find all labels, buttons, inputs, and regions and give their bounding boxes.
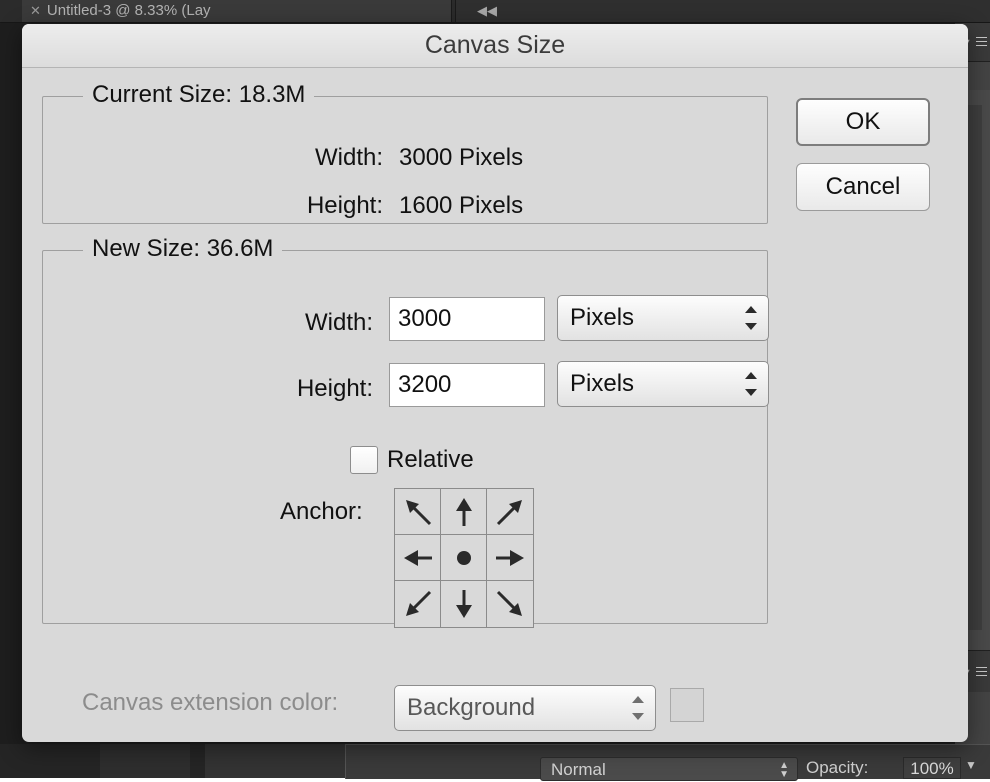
anchor-cell-top-right[interactable]: [487, 489, 533, 535]
anchor-grid: [394, 488, 534, 628]
anchor-center-dot-icon: [456, 550, 471, 565]
new-width-unit-select[interactable]: Pixels: [557, 295, 769, 341]
ok-button[interactable]: OK: [796, 98, 930, 146]
cancel-button[interactable]: Cancel: [796, 163, 930, 211]
new-size-legend: New Size: 36.6M: [83, 235, 283, 263]
anchor-cell-top-left[interactable]: [395, 489, 441, 535]
dialog-titlebar[interactable]: Canvas Size: [22, 24, 968, 68]
arrow-up-left-icon: [405, 499, 431, 525]
stepper-icon[interactable]: [632, 696, 644, 720]
opacity-label: Opacity:: [806, 758, 869, 777]
arrow-left-icon: [403, 549, 432, 566]
document-tab-title: Untitled-3 @ 8.33% (Lay: [46, 2, 211, 19]
relative-label: Relative: [387, 446, 474, 473]
canvas-size-dialog: Canvas Size Current Size: 18.3M Width: 3…: [22, 24, 968, 742]
arrow-down-left-icon: [405, 590, 431, 616]
close-icon[interactable]: ✕: [30, 3, 41, 18]
canvas-extension-color-select[interactable]: Background: [394, 685, 656, 731]
arrow-down-right-icon: [496, 590, 522, 616]
stepper-icon[interactable]: ▲ ▼: [779, 761, 789, 780]
stepper-icon[interactable]: [745, 306, 757, 330]
new-height-unit-select[interactable]: Pixels: [557, 361, 769, 407]
anchor-cell-middle-left[interactable]: [395, 535, 441, 581]
bottom-bar-mid-2: [205, 744, 345, 778]
chevron-down-icon[interactable]: ▼: [965, 758, 977, 772]
new-height-input[interactable]: 3200: [389, 363, 545, 407]
new-width-input[interactable]: 3000: [389, 297, 545, 341]
canvas-extension-color-value: Background: [407, 694, 536, 721]
anchor-cell-center[interactable]: [441, 535, 487, 581]
new-height-label: Height:: [296, 375, 373, 402]
arrow-up-right-icon: [496, 499, 522, 525]
canvas-extension-color-swatch[interactable]: [670, 688, 704, 722]
new-height-unit-value: Pixels: [570, 370, 635, 397]
anchor-cell-bottom-right[interactable]: [487, 581, 533, 627]
current-size-legend: Current Size: 18.3M: [83, 81, 315, 109]
anchor-cell-middle-right[interactable]: [487, 535, 533, 581]
dialog-title: Canvas Size: [424, 31, 566, 59]
canvas-extension-color-label: Canvas extension color:: [82, 689, 339, 716]
current-height-label: Height:: [306, 192, 383, 219]
anchor-label: Anchor:: [280, 498, 363, 525]
document-tab-bar: ✕ Untitled-3 @ 8.33% (Lay ◀◀: [0, 0, 990, 23]
current-width-label: Width:: [314, 144, 383, 171]
current-height-value: 1600 Pixels: [399, 192, 524, 219]
collapse-panels-icon[interactable]: ◀◀: [455, 0, 519, 22]
blend-mode-value: Normal: [551, 760, 606, 779]
current-width-value: 3000 Pixels: [399, 144, 524, 171]
anchor-cell-bottom-left[interactable]: [395, 581, 441, 627]
opacity-input[interactable]: 100%: [903, 757, 961, 779]
panel-menu-icon[interactable]: [976, 37, 987, 46]
arrow-up-icon: [455, 497, 472, 526]
anchor-cell-top-center[interactable]: [441, 489, 487, 535]
arrow-down-icon: [455, 590, 472, 618]
arrow-right-icon: [496, 549, 524, 566]
current-size-group: Current Size: 18.3M Width: 3000 Pixels H…: [42, 81, 768, 224]
panel-menu-icon[interactable]: [976, 667, 987, 676]
new-width-unit-value: Pixels: [570, 304, 635, 331]
stepper-icon[interactable]: [745, 372, 757, 396]
relative-checkbox[interactable]: [350, 446, 378, 474]
topbar-filler: [518, 0, 990, 22]
anchor-cell-bottom-center[interactable]: [441, 581, 487, 627]
blend-mode-select[interactable]: Normal ▲ ▼: [540, 757, 798, 781]
document-tab[interactable]: ✕ Untitled-3 @ 8.33% (Lay: [22, 0, 452, 22]
new-width-label: Width:: [304, 309, 373, 336]
bottom-bar-mid: [100, 744, 190, 778]
